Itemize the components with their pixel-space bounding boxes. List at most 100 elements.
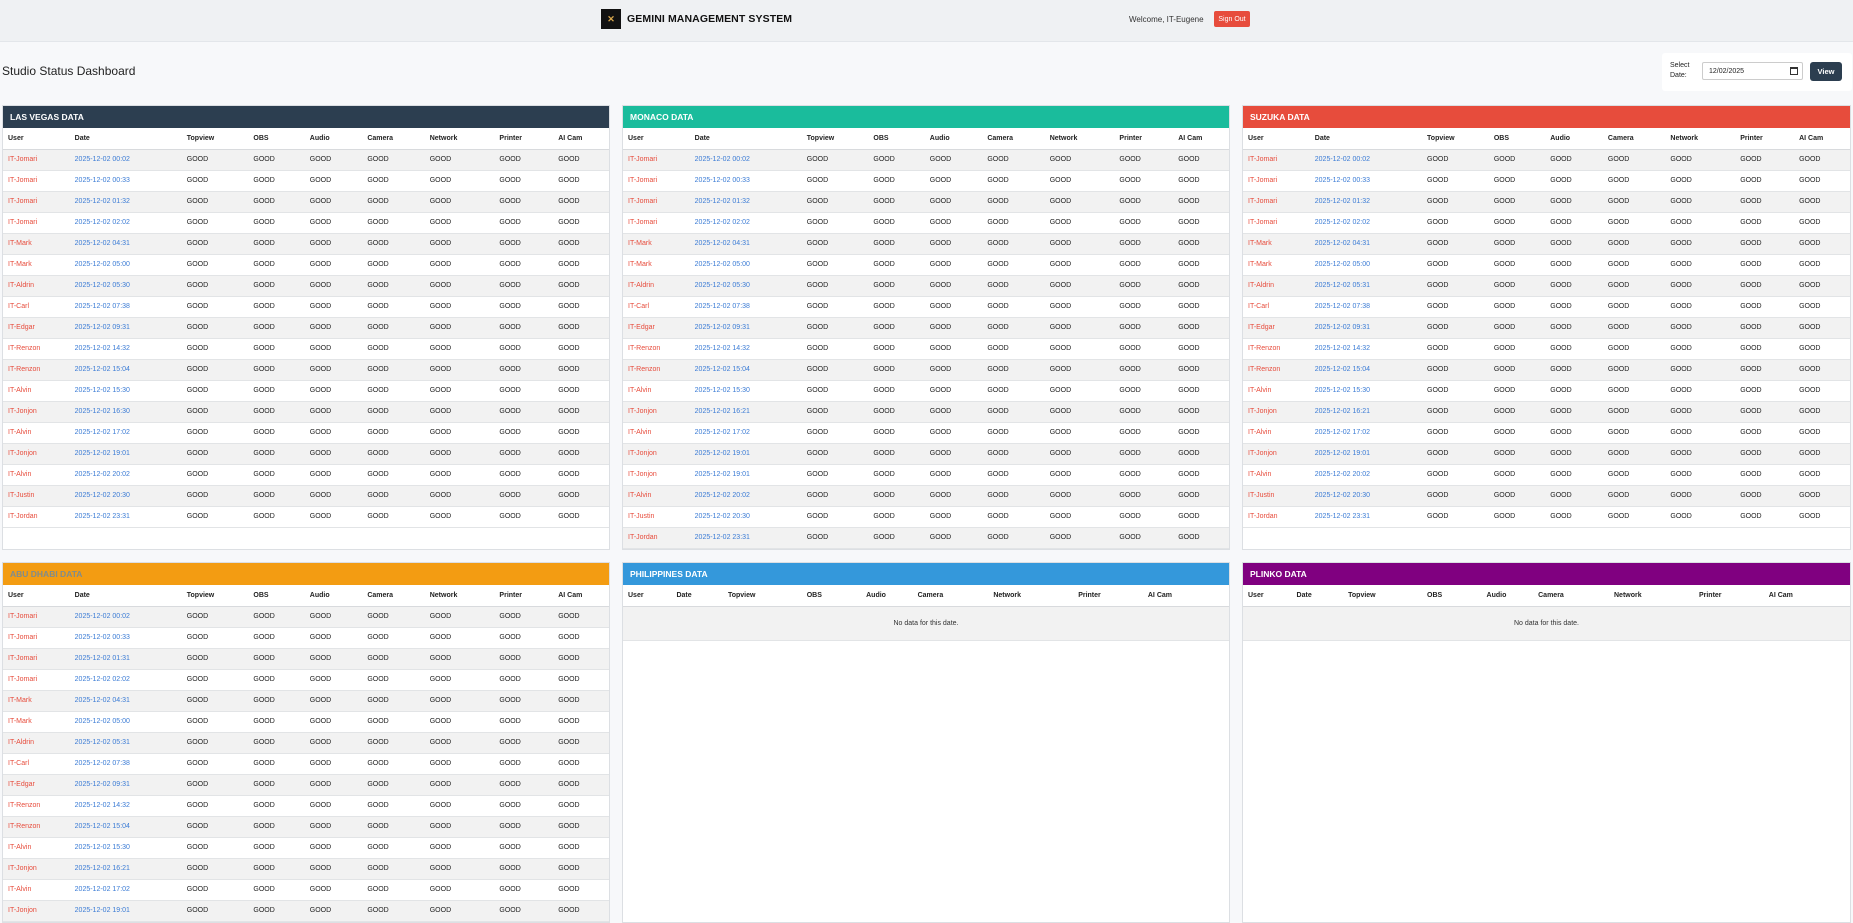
table-row[interactable]: IT-Jonjon 2025-12-02 19:01 GOOD GOOD GOOD GOO…: [623, 464, 1229, 486]
brand[interactable]: ✕ GEMINI MANAGEMENT SYSTEM: [601, 9, 792, 29]
table-row[interactable]: IT-Carl 2025-12-02 07:38 GOOD GOOD GOOD GOOD G…: [1243, 296, 1850, 318]
table-row[interactable]: IT-Renzon 2025-12-02 15:04 GOOD GOOD GOOD GOO…: [1243, 359, 1850, 381]
table-row[interactable]: IT-Alvin 2025-12-02 17:02 GOOD GOOD GOOD GOOD…: [3, 422, 609, 444]
cell-status: GOOD: [1665, 485, 1736, 507]
panel-header: SUZUKA DATA: [1243, 106, 1850, 128]
panel-header: PHILIPPINES DATA: [623, 563, 1229, 585]
table-row[interactable]: IT-Renzon 2025-12-02 14:32 GOOD GOOD GOOD GOO…: [3, 338, 609, 360]
table-row[interactable]: IT-Carl 2025-12-02 07:38 GOOD GOOD GOOD GOOD G…: [3, 296, 609, 318]
table-row[interactable]: IT-Jomari 2025-12-02 00:02 GOOD GOOD GOOD GOO…: [3, 149, 609, 171]
sign-out-button[interactable]: Sign Out: [1214, 11, 1250, 27]
table-row[interactable]: IT-Jordan 2025-12-02 23:31 GOOD GOOD GOOD GOO…: [623, 527, 1229, 549]
table-row[interactable]: IT-Alvin 2025-12-02 17:02 GOOD GOOD GOOD GOOD…: [1243, 422, 1850, 444]
table-row[interactable]: IT-Jomari 2025-12-02 01:31 GOOD GOOD GOOD GOO…: [3, 648, 609, 670]
table-row[interactable]: IT-Edgar 2025-12-02 09:31 GOOD GOOD GOOD GOOD…: [623, 317, 1229, 339]
cell-status: GOOD: [424, 690, 495, 712]
table-row[interactable]: IT-Mark 2025-12-02 04:31 GOOD GOOD GOOD GOOD G…: [623, 233, 1229, 255]
table-row[interactable]: IT-Alvin 2025-12-02 20:02 GOOD GOOD GOOD GOOD…: [623, 485, 1229, 507]
table-row[interactable]: IT-Alvin 2025-12-02 15:30 GOOD GOOD GOOD GOOD…: [623, 380, 1229, 402]
table-row[interactable]: IT-Justin 2025-12-02 20:30 GOOD GOOD GOOD GOO…: [623, 506, 1229, 528]
cell-status: GOOD: [1173, 149, 1229, 171]
table-row[interactable]: IT-Jonjon 2025-12-02 16:21 GOOD GOOD GOOD GOO…: [623, 401, 1229, 423]
table-row[interactable]: IT-Renzon 2025-12-02 15:04 GOOD GOOD GOOD GOO…: [3, 816, 609, 838]
table-row[interactable]: IT-Renzon 2025-12-02 14:32 GOOD GOOD GOOD GOO…: [1243, 338, 1850, 360]
table-row[interactable]: IT-Jonjon 2025-12-02 19:01 GOOD GOOD GOOD GOO…: [3, 900, 609, 922]
table-row[interactable]: IT-Justin 2025-12-02 20:30 GOOD GOOD GOOD GOO…: [3, 485, 609, 507]
table-row[interactable]: IT-Aldrin 2025-12-02 05:30 GOOD GOOD GOOD GOO…: [3, 275, 609, 297]
table-row[interactable]: IT-Jonjon 2025-12-02 19:01 GOOD GOOD GOOD GOO…: [3, 443, 609, 465]
table-row[interactable]: IT-Mark 2025-12-02 05:00 GOOD GOOD GOOD GOOD G…: [3, 711, 609, 733]
cell-status: GOOD: [1422, 233, 1489, 255]
table-row[interactable]: IT-Alvin 2025-12-02 15:30 GOOD GOOD GOOD GOOD…: [3, 380, 609, 402]
date-input[interactable]: 12/02/2025: [1702, 62, 1803, 80]
table-row[interactable]: IT-Jordan 2025-12-02 23:31 GOOD GOOD GOOD GOO…: [1243, 506, 1850, 528]
cell-status: GOOD: [801, 527, 869, 549]
table-row[interactable]: IT-Alvin 2025-12-02 17:02 GOOD GOOD GOOD GOOD…: [623, 422, 1229, 444]
column-header: Printer: [494, 585, 554, 607]
cell-status: GOOD: [248, 212, 305, 234]
cell-date: 2025-12-02 07:38: [689, 296, 802, 318]
cell-status: GOOD: [553, 648, 609, 670]
table-row[interactable]: IT-Jonjon 2025-12-02 19:01 GOOD GOOD GOOD GOO…: [1243, 443, 1850, 465]
table-row[interactable]: IT-Edgar 2025-12-02 09:31 GOOD GOOD GOOD GOOD…: [3, 774, 609, 796]
cell-status: GOOD: [1665, 506, 1736, 528]
table-row[interactable]: IT-Alvin 2025-12-02 20:02 GOOD GOOD GOOD GOOD…: [1243, 464, 1850, 486]
table-row[interactable]: IT-Jomari 2025-12-02 01:32 GOOD GOOD GOOD GOO…: [623, 191, 1229, 213]
table-row[interactable]: IT-Mark 2025-12-02 04:31 GOOD GOOD GOOD GOOD G…: [3, 233, 609, 255]
cell-status: GOOD: [553, 401, 609, 423]
cell-status: GOOD: [248, 359, 305, 381]
table-row[interactable]: IT-Jonjon 2025-12-02 16:30 GOOD GOOD GOOD GOO…: [3, 401, 609, 423]
table-row[interactable]: IT-Mark 2025-12-02 05:00 GOOD GOOD GOOD GOOD G…: [623, 254, 1229, 276]
table-row[interactable]: IT-Jomari 2025-12-02 00:02 GOOD GOOD GOOD GOO…: [1243, 149, 1850, 171]
table-row[interactable]: IT-Edgar 2025-12-02 09:31 GOOD GOOD GOOD GOOD…: [1243, 317, 1850, 339]
table-row[interactable]: IT-Jomari 2025-12-02 02:02 GOOD GOOD GOOD GOO…: [3, 212, 609, 234]
cell-status: GOOD: [304, 485, 363, 507]
table-row[interactable]: IT-Jomari 2025-12-02 00:33 GOOD GOOD GOOD GOO…: [623, 170, 1229, 192]
table-row[interactable]: IT-Aldrin 2025-12-02 05:30 GOOD GOOD GOOD GOO…: [623, 275, 1229, 297]
cell-status: GOOD: [494, 753, 554, 775]
table-row[interactable]: IT-Carl 2025-12-02 07:38 GOOD GOOD GOOD GOOD G…: [623, 296, 1229, 318]
cell-status: GOOD: [1173, 233, 1229, 255]
table-row[interactable]: IT-Jomari 2025-12-02 02:02 GOOD GOOD GOOD GOO…: [1243, 212, 1850, 234]
table-row[interactable]: IT-Jomari 2025-12-02 00:33 GOOD GOOD GOOD GOO…: [3, 627, 609, 649]
table-row[interactable]: IT-Renzon 2025-12-02 14:32 GOOD GOOD GOOD GOO…: [3, 795, 609, 817]
table-row[interactable]: IT-Jomari 2025-12-02 01:32 GOOD GOOD GOOD GOO…: [3, 191, 609, 213]
view-button[interactable]: View: [1810, 62, 1842, 81]
table-row[interactable]: IT-Alvin 2025-12-02 15:30 GOOD GOOD GOOD GOOD…: [3, 837, 609, 859]
table-row[interactable]: IT-Mark 2025-12-02 05:00 GOOD GOOD GOOD GOOD G…: [1243, 254, 1850, 276]
table-row[interactable]: IT-Alvin 2025-12-02 17:02 GOOD GOOD GOOD GOOD…: [3, 879, 609, 901]
table-row[interactable]: IT-Aldrin 2025-12-02 05:31 GOOD GOOD GOOD GOO…: [3, 732, 609, 754]
table-row[interactable]: IT-Jomari 2025-12-02 00:33 GOOD GOOD GOOD GOO…: [3, 170, 609, 192]
table-row[interactable]: IT-Jonjon 2025-12-02 16:21 GOOD GOOD GOOD GOO…: [1243, 401, 1850, 423]
table-row[interactable]: IT-Jonjon 2025-12-02 16:21 GOOD GOOD GOOD GOO…: [3, 858, 609, 880]
table-row[interactable]: IT-Renzon 2025-12-02 15:04 GOOD GOOD GOOD GOO…: [623, 359, 1229, 381]
table-row[interactable]: IT-Mark 2025-12-02 04:31 GOOD GOOD GOOD GOOD G…: [1243, 233, 1850, 255]
cell-status: GOOD: [1044, 170, 1115, 192]
table-row[interactable]: IT-Jomari 2025-12-02 02:02 GOOD GOOD GOOD GOO…: [623, 212, 1229, 234]
table-row[interactable]: IT-Mark 2025-12-02 05:00 GOOD GOOD GOOD GOOD G…: [3, 254, 609, 276]
table-row[interactable]: IT-Jonjon 2025-12-02 19:01 GOOD GOOD GOOD GOO…: [623, 443, 1229, 465]
table-row[interactable]: IT-Aldrin 2025-12-02 05:31 GOOD GOOD GOOD GOO…: [1243, 275, 1850, 297]
table-row[interactable]: IT-Alvin 2025-12-02 15:30 GOOD GOOD GOOD GOOD…: [1243, 380, 1850, 402]
table-row[interactable]: IT-Jordan 2025-12-02 23:31 GOOD GOOD GOOD GOO…: [3, 506, 609, 528]
cell-status: GOOD: [553, 879, 609, 901]
table-row[interactable]: IT-Carl 2025-12-02 07:38 GOOD GOOD GOOD GOOD G…: [3, 753, 609, 775]
table-row[interactable]: IT-Jomari 2025-12-02 01:32 GOOD GOOD GOOD GOO…: [1243, 191, 1850, 213]
cell-status: GOOD: [424, 401, 495, 423]
table-row[interactable]: IT-Jomari 2025-12-02 00:02 GOOD GOOD GOOD GOO…: [3, 606, 609, 628]
table-row[interactable]: IT-Mark 2025-12-02 04:31 GOOD GOOD GOOD GOOD G…: [3, 690, 609, 712]
cell-status: GOOD: [181, 401, 249, 423]
table-row[interactable]: IT-Jomari 2025-12-02 00:02 GOOD GOOD GOOD GOO…: [623, 149, 1229, 171]
table-row[interactable]: IT-Justin 2025-12-02 20:30 GOOD GOOD GOOD GOO…: [1243, 485, 1850, 507]
cell-status: GOOD: [1173, 317, 1229, 339]
table-row[interactable]: IT-Edgar 2025-12-02 09:31 GOOD GOOD GOOD GOOD…: [3, 317, 609, 339]
table-row[interactable]: IT-Alvin 2025-12-02 20:02 GOOD GOOD GOOD GOOD…: [3, 464, 609, 486]
table-row[interactable]: IT-Jomari 2025-12-02 02:02 GOOD GOOD GOOD GOO…: [3, 669, 609, 691]
table-row[interactable]: IT-Renzon 2025-12-02 14:32 GOOD GOOD GOOD GOO…: [623, 338, 1229, 360]
calendar-icon[interactable]: [1790, 67, 1798, 75]
table-row[interactable]: IT-Jomari 2025-12-02 00:33 GOOD GOOD GOOD GOO…: [1243, 170, 1850, 192]
cell-status: GOOD: [982, 401, 1045, 423]
table-row[interactable]: IT-Renzon 2025-12-02 15:04 GOOD GOOD GOOD GOO…: [3, 359, 609, 381]
cell-status: GOOD: [424, 254, 495, 276]
cell-status: GOOD: [304, 191, 363, 213]
